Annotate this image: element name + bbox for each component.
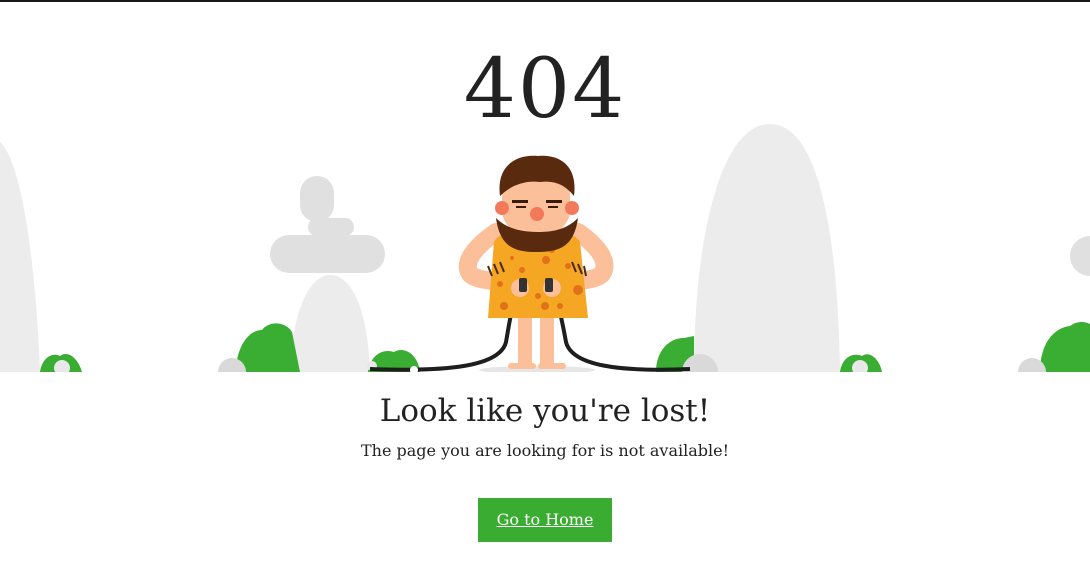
headline: Look like you're lost! bbox=[379, 393, 711, 429]
error-page: 404 Look like you're lost! The page you … bbox=[0, 0, 1090, 587]
plug-shape bbox=[519, 278, 527, 292]
rock-shape bbox=[290, 275, 370, 372]
top-divider bbox=[0, 0, 1090, 2]
go-to-home-button[interactable]: Go to Home bbox=[478, 498, 612, 542]
ear-shape bbox=[495, 201, 509, 215]
caveman-illustration bbox=[0, 124, 1090, 372]
eye bbox=[516, 206, 526, 208]
rock-shape bbox=[0, 142, 40, 372]
eyebrow bbox=[512, 200, 528, 203]
leg-shape bbox=[540, 316, 554, 366]
tunic-spot bbox=[541, 302, 549, 310]
plug-shape bbox=[545, 278, 553, 292]
eye bbox=[548, 206, 558, 208]
rock-shape bbox=[270, 235, 385, 273]
rock-shape bbox=[1070, 236, 1090, 276]
nose-shape bbox=[530, 207, 544, 221]
bush-shape bbox=[1040, 322, 1090, 372]
subtext: The page you are looking for is not avai… bbox=[360, 441, 730, 460]
rock-shape bbox=[694, 124, 840, 372]
foot-shape bbox=[538, 363, 566, 369]
foot-shape bbox=[508, 363, 536, 369]
rock-shape bbox=[300, 176, 334, 222]
eyebrow bbox=[546, 200, 562, 203]
bush-shape bbox=[236, 323, 300, 372]
shadow-shape bbox=[479, 366, 595, 372]
ear-shape bbox=[565, 201, 579, 215]
leg-shape bbox=[518, 316, 532, 366]
